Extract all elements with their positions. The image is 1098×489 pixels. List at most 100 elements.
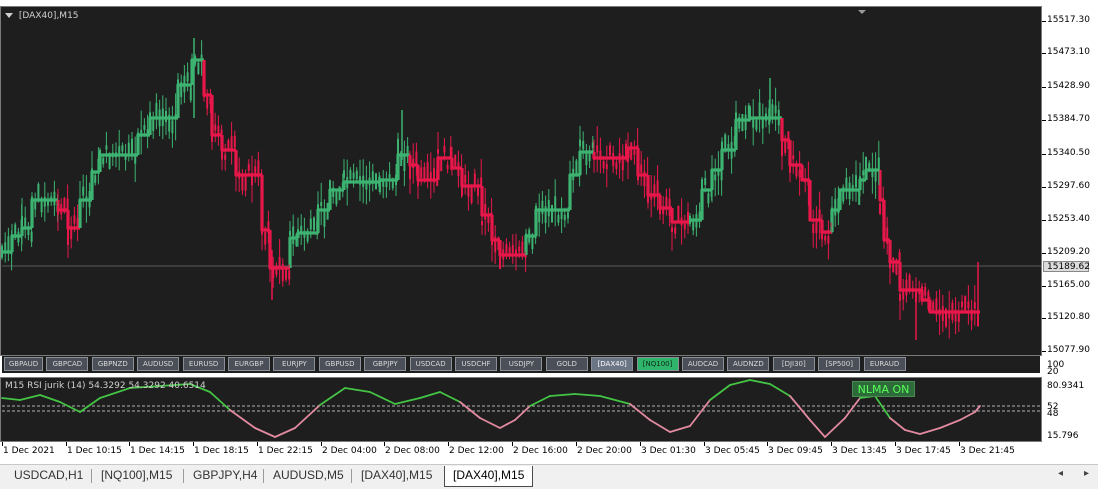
symbol-button-eurgbp[interactable]: EURGBP bbox=[228, 357, 270, 371]
candle-body bbox=[464, 175, 467, 184]
candle-body bbox=[827, 236, 830, 244]
symbol-button-nq100[interactable]: [NQ100] bbox=[636, 357, 679, 371]
symbol-button-dax40[interactable]: [DAX40] bbox=[591, 357, 634, 371]
chart-tab[interactable]: GBPJPY,H4 bbox=[185, 466, 265, 486]
symbol-button-gbpnzd[interactable]: GBPNZD bbox=[91, 357, 134, 371]
candle-body bbox=[704, 177, 707, 185]
chart-tab[interactable]: [DAX40],M15 bbox=[353, 466, 440, 486]
symbol-button-gbpusd[interactable]: GBPUSD bbox=[318, 357, 361, 371]
candle-body bbox=[158, 109, 161, 127]
candle-body bbox=[406, 146, 409, 155]
candle-body bbox=[244, 175, 247, 191]
chart-title[interactable]: [DAX40],M15 bbox=[5, 11, 79, 21]
chart-tab[interactable]: AUDUSD,M5 bbox=[265, 466, 352, 486]
candle-body bbox=[275, 265, 278, 275]
symbol-button-gbpcad[interactable]: GBPCAD bbox=[46, 357, 89, 371]
symbol-button-eurjpy[interactable]: EURJPY bbox=[273, 357, 316, 371]
time-axis-tick bbox=[895, 442, 896, 446]
time-axis-label: 1 Dec 14:15 bbox=[130, 446, 185, 456]
candle-body bbox=[14, 224, 17, 238]
tab-scroll-right-icon[interactable]: ▸ bbox=[1084, 468, 1089, 479]
time-axis-label: 2 Dec 12:00 bbox=[449, 446, 504, 456]
symbol-button-gbpaud[interactable]: GBPAUD bbox=[4, 357, 43, 371]
candle-body bbox=[343, 170, 345, 178]
candle-body bbox=[200, 54, 203, 62]
candle-body bbox=[701, 179, 703, 192]
candle-body bbox=[889, 260, 891, 268]
candle-body bbox=[874, 169, 877, 182]
symbol-button-usdjpy[interactable]: USDJPY bbox=[500, 357, 543, 371]
candle-body bbox=[711, 173, 713, 185]
trend-line-segment bbox=[888, 240, 900, 264]
candle-body bbox=[346, 176, 349, 189]
time-axis-label: 2 Dec 16:00 bbox=[513, 446, 568, 456]
chart-menu-triangle-icon[interactable] bbox=[5, 13, 13, 18]
symbol-button-audusd[interactable]: AUDUSD bbox=[137, 357, 180, 371]
candle-body bbox=[146, 129, 149, 134]
time-axis-label: 2 Dec 08:00 bbox=[385, 446, 440, 456]
candle-body bbox=[707, 193, 710, 204]
symbol-button-euraud[interactable]: EURAUD bbox=[863, 357, 906, 371]
chart-tab[interactable]: USDCAD,H1 bbox=[6, 466, 91, 486]
candle-body bbox=[217, 125, 220, 136]
candle-body bbox=[579, 139, 581, 147]
candle-body bbox=[94, 175, 97, 183]
time-axis-tick bbox=[640, 442, 641, 446]
candle-body bbox=[761, 119, 764, 129]
candle-body bbox=[563, 214, 566, 221]
symbol-button-sp500[interactable]: [SP500] bbox=[818, 357, 861, 371]
trend-line-segment bbox=[480, 186, 492, 217]
candle-body bbox=[382, 181, 385, 187]
candle-body bbox=[801, 168, 803, 176]
candle-body bbox=[730, 141, 733, 159]
rsi-segment bbox=[419, 391, 441, 399]
candle-body bbox=[665, 196, 668, 208]
indicator-label: M15 RSI jurik (14) 54.3292 54.3292 40.65… bbox=[5, 381, 206, 391]
price-scale-label: 15384.70 bbox=[1047, 114, 1090, 124]
candle-body bbox=[108, 153, 111, 169]
candle-body bbox=[585, 153, 588, 166]
candle-body bbox=[839, 188, 841, 207]
symbol-button-dji30[interactable]: [DJI30] bbox=[772, 357, 815, 371]
time-axis-label: 2 Dec 04:00 bbox=[322, 446, 377, 456]
candle-body bbox=[134, 154, 137, 164]
symbol-button-gold[interactable]: GOLD bbox=[545, 357, 588, 371]
candle-body bbox=[749, 106, 751, 121]
time-axis-label: 1 Dec 10:15 bbox=[67, 446, 122, 456]
symbol-button-audcad[interactable]: AUDCAD bbox=[682, 357, 724, 371]
candle-body bbox=[365, 180, 368, 190]
candle-body bbox=[714, 174, 717, 181]
chart-tab[interactable]: [NQ100],M15 bbox=[93, 466, 180, 486]
candle-body bbox=[787, 131, 790, 150]
candle-body bbox=[807, 181, 810, 186]
symbol-button-usdcad[interactable]: USDCAD bbox=[409, 357, 452, 371]
candle-body bbox=[544, 206, 547, 223]
candle-body bbox=[692, 219, 695, 231]
candle-body bbox=[621, 155, 624, 171]
candle-body bbox=[636, 145, 639, 154]
tab-scroll-left-icon[interactable]: ◂ bbox=[1058, 468, 1063, 479]
candle-body bbox=[633, 150, 636, 155]
time-axis-tick bbox=[129, 442, 130, 446]
symbol-button-gbpjpy[interactable]: GBPJPY bbox=[364, 357, 407, 371]
candle-body bbox=[647, 187, 649, 203]
trend-line-segment bbox=[342, 180, 380, 190]
symbol-button-usdchf[interactable]: USDCHF bbox=[455, 357, 497, 371]
candle-body bbox=[935, 298, 938, 315]
time-axis-tick bbox=[321, 442, 322, 446]
price-scale[interactable] bbox=[1042, 6, 1098, 446]
candle-body bbox=[774, 105, 777, 114]
candle-body bbox=[895, 259, 898, 275]
symbol-button-audnzd[interactable]: AUDNZD bbox=[727, 357, 770, 371]
rsi-segment bbox=[209, 391, 231, 411]
chart-tab[interactable]: [DAX40],M15 bbox=[444, 466, 534, 487]
candle-body bbox=[288, 270, 291, 280]
candle-body bbox=[24, 217, 27, 228]
rsi-segment bbox=[789, 395, 811, 421]
candle-body bbox=[66, 198, 69, 214]
rsi-segment bbox=[344, 387, 371, 393]
nlma-status-badge[interactable]: NLMA ON bbox=[852, 381, 915, 397]
symbol-button-eurusd[interactable]: EURUSD bbox=[182, 357, 225, 371]
candle-body bbox=[921, 286, 923, 303]
candle-body bbox=[230, 136, 233, 151]
